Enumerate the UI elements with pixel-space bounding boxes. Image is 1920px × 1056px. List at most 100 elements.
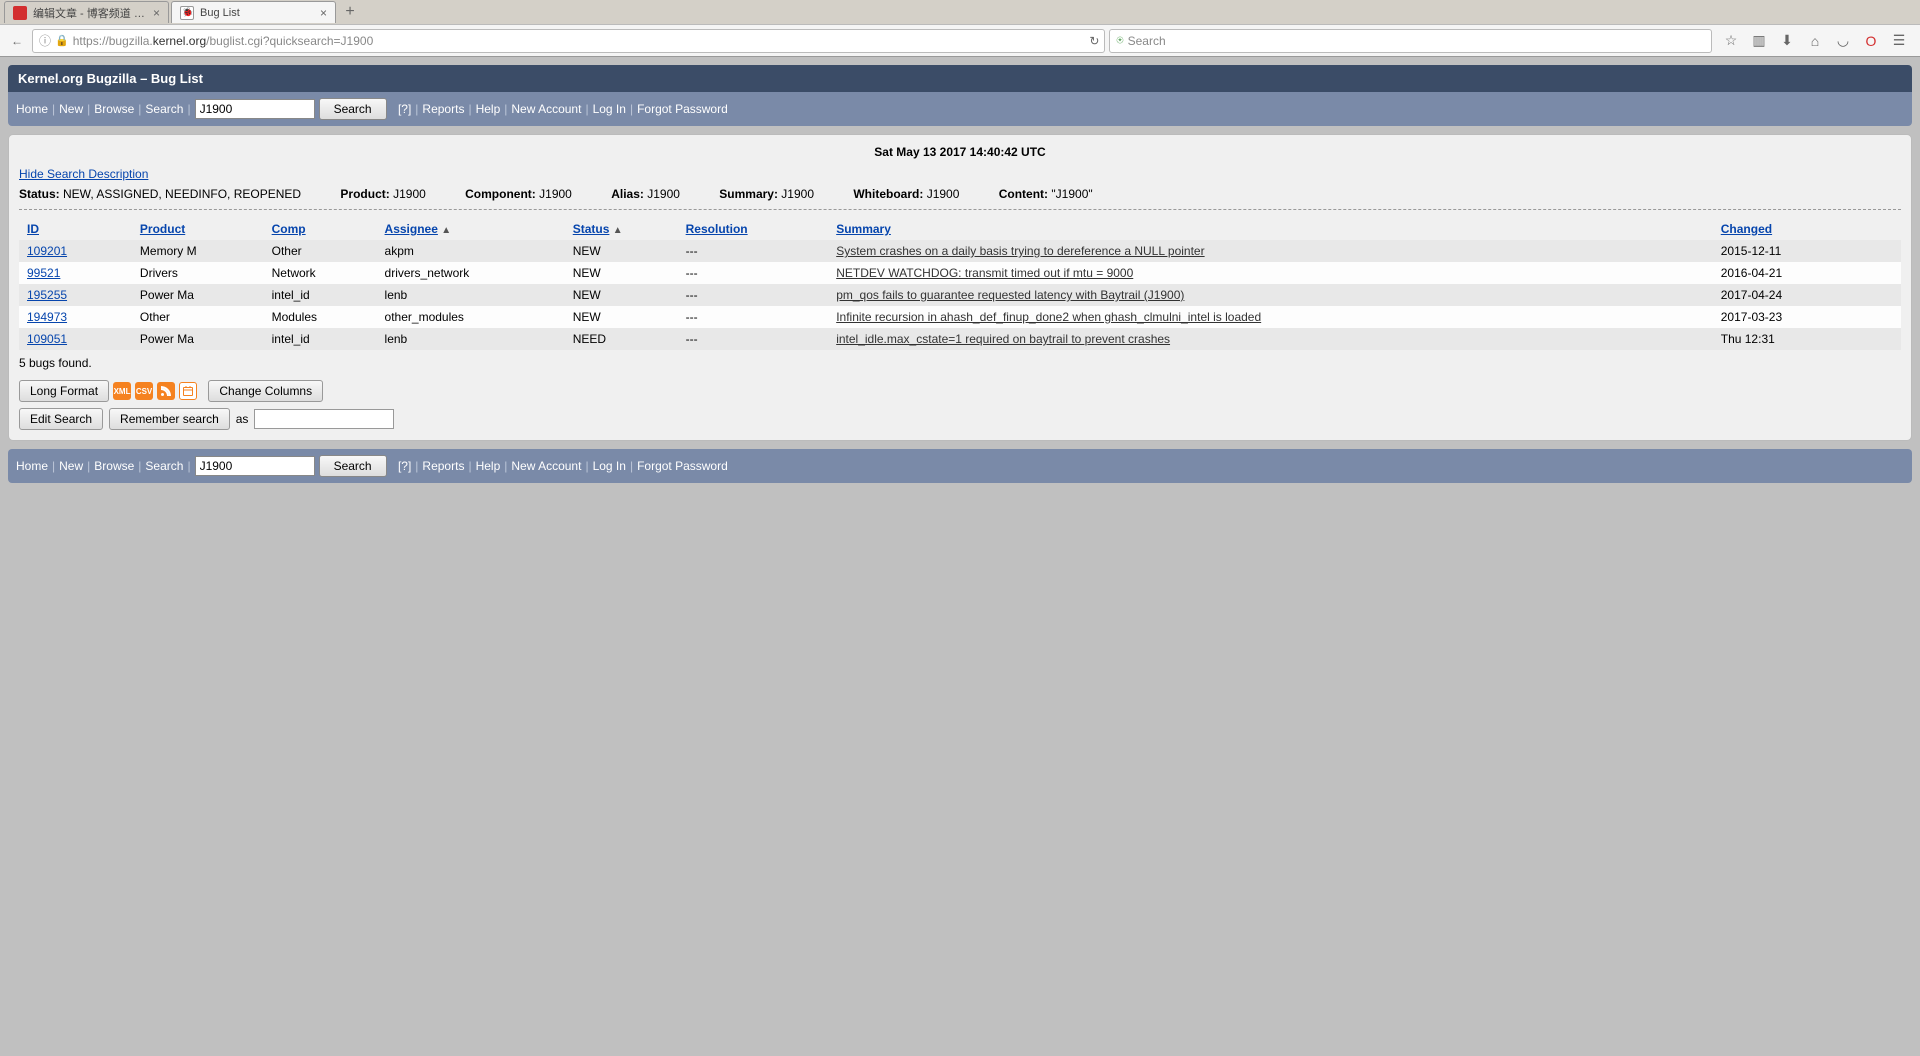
browser-chrome: 编辑文章 - 博客频道 - C × Bug List × + ← ⓘ 🔒 htt… bbox=[0, 0, 1920, 57]
close-icon[interactable]: × bbox=[153, 6, 160, 20]
favicon-icon bbox=[180, 6, 194, 20]
col-comp[interactable]: Comp bbox=[272, 222, 306, 236]
cell-changed: Thu 12:31 bbox=[1713, 328, 1901, 350]
bug-summary-link[interactable]: System crashes on a daily basis trying t… bbox=[836, 244, 1204, 258]
bug-id-link[interactable]: 109051 bbox=[27, 332, 67, 346]
col-changed[interactable]: Changed bbox=[1721, 222, 1772, 236]
nav-help-q[interactable]: [?] bbox=[398, 459, 411, 473]
cell-assignee: lenb bbox=[377, 328, 565, 350]
new-tab-button[interactable]: + bbox=[338, 2, 362, 22]
toolbar-icons: ☆ ▥ ⬇ ⌂ ◡ O ☰ bbox=[1716, 32, 1914, 50]
cell-status: NEW bbox=[565, 240, 678, 262]
search-button[interactable]: Search bbox=[319, 98, 387, 120]
back-button[interactable]: ← bbox=[6, 30, 28, 52]
cell-product: Power Ma bbox=[132, 328, 264, 350]
cell-changed: 2015-12-11 bbox=[1713, 240, 1901, 262]
bottom-navbar: Home| New| Browse| Search| Search [?]| R… bbox=[8, 449, 1912, 483]
nav-reports[interactable]: Reports bbox=[422, 102, 464, 116]
bug-id-link[interactable]: 109201 bbox=[27, 244, 67, 258]
favicon-icon bbox=[13, 6, 27, 20]
actions-row-1: Long Format XML CSV Change Columns bbox=[19, 380, 1901, 402]
cell-comp: intel_id bbox=[264, 328, 377, 350]
remember-search-name-input[interactable] bbox=[254, 409, 394, 429]
bug-summary-link[interactable]: Infinite recursion in ahash_def_finup_do… bbox=[836, 310, 1261, 324]
opera-icon[interactable]: O bbox=[1862, 32, 1880, 50]
nav-browse[interactable]: Browse bbox=[94, 459, 134, 473]
browser-search-input[interactable]: ⍟ Search bbox=[1109, 29, 1712, 53]
xml-icon[interactable]: XML bbox=[113, 382, 131, 400]
hide-search-description-link[interactable]: Hide Search Description bbox=[19, 167, 148, 181]
nav-forgot[interactable]: Forgot Password bbox=[637, 459, 728, 473]
rss-icon[interactable] bbox=[157, 382, 175, 400]
menu-icon[interactable]: ☰ bbox=[1890, 32, 1908, 50]
tab-bar: 编辑文章 - 博客频道 - C × Bug List × + bbox=[0, 0, 1920, 24]
edit-search-button[interactable]: Edit Search bbox=[19, 408, 103, 430]
long-format-button[interactable]: Long Format bbox=[19, 380, 109, 402]
cell-status: NEW bbox=[565, 284, 678, 306]
bug-id-link[interactable]: 99521 bbox=[27, 266, 60, 280]
lock-icon: 🔒 bbox=[55, 34, 69, 47]
bug-summary-link[interactable]: intel_idle.max_cstate=1 required on bayt… bbox=[836, 332, 1170, 346]
col-product[interactable]: Product bbox=[140, 222, 185, 236]
close-icon[interactable]: × bbox=[320, 6, 327, 20]
nav-help[interactable]: Help bbox=[476, 102, 501, 116]
cell-comp: intel_id bbox=[264, 284, 377, 306]
cell-status: NEW bbox=[565, 306, 678, 328]
quicksearch-input[interactable] bbox=[195, 99, 315, 119]
change-columns-button[interactable]: Change Columns bbox=[208, 380, 323, 402]
cell-product: Drivers bbox=[132, 262, 264, 284]
table-header-row: ID Product Comp Assignee ▲ Status ▲ Reso… bbox=[19, 218, 1901, 240]
page: Kernel.org Bugzilla – Bug List Home| New… bbox=[0, 57, 1920, 491]
pocket-icon[interactable]: ◡ bbox=[1834, 32, 1852, 50]
url-input[interactable]: ⓘ 🔒 https://bugzilla.kernel.org/buglist.… bbox=[32, 29, 1105, 53]
search-placeholder: Search bbox=[1128, 34, 1166, 48]
cell-product: Power Ma bbox=[132, 284, 264, 306]
sort-asc-icon: ▲ bbox=[441, 225, 451, 236]
search-description: Status: NEW, ASSIGNED, NEEDINFO, REOPENE… bbox=[19, 187, 1901, 210]
cell-assignee: drivers_network bbox=[377, 262, 565, 284]
col-assignee[interactable]: Assignee bbox=[385, 222, 438, 236]
csv-icon[interactable]: CSV bbox=[135, 382, 153, 400]
bug-summary-link[interactable]: pm_qos fails to guarantee requested late… bbox=[836, 288, 1184, 302]
nav-forgot[interactable]: Forgot Password bbox=[637, 102, 728, 116]
nav-home[interactable]: Home bbox=[16, 102, 48, 116]
nav-login[interactable]: Log In bbox=[593, 102, 626, 116]
remember-search-button[interactable]: Remember search bbox=[109, 408, 230, 430]
download-icon[interactable]: ⬇ bbox=[1778, 32, 1796, 50]
nav-login[interactable]: Log In bbox=[593, 459, 626, 473]
star-icon[interactable]: ☆ bbox=[1722, 32, 1740, 50]
home-icon[interactable]: ⌂ bbox=[1806, 32, 1824, 50]
reload-button[interactable]: ↻ bbox=[1083, 34, 1105, 48]
search-button[interactable]: Search bbox=[319, 455, 387, 477]
nav-new[interactable]: New bbox=[59, 459, 83, 473]
bug-summary-link[interactable]: NETDEV WATCHDOG: transmit timed out if m… bbox=[836, 266, 1133, 280]
bookmarks-icon[interactable]: ▥ bbox=[1750, 32, 1768, 50]
col-status[interactable]: Status bbox=[573, 222, 610, 236]
col-resolution[interactable]: Resolution bbox=[686, 222, 748, 236]
nav-browse[interactable]: Browse bbox=[94, 102, 134, 116]
browser-tab-1[interactable]: 编辑文章 - 博客频道 - C × bbox=[4, 1, 169, 23]
nav-new-account[interactable]: New Account bbox=[511, 102, 581, 116]
nav-home[interactable]: Home bbox=[16, 459, 48, 473]
cell-comp: Modules bbox=[264, 306, 377, 328]
nav-new-account[interactable]: New Account bbox=[511, 459, 581, 473]
browser-tab-2[interactable]: Bug List × bbox=[171, 1, 336, 23]
nav-search[interactable]: Search bbox=[145, 459, 183, 473]
quicksearch-input[interactable] bbox=[195, 456, 315, 476]
bug-id-link[interactable]: 194973 bbox=[27, 310, 67, 324]
bugs-found-text: 5 bugs found. bbox=[19, 356, 1901, 370]
col-summary[interactable]: Summary bbox=[836, 222, 891, 236]
calendar-icon[interactable] bbox=[179, 382, 197, 400]
nav-search[interactable]: Search bbox=[145, 102, 183, 116]
cell-assignee: lenb bbox=[377, 284, 565, 306]
nav-new[interactable]: New bbox=[59, 102, 83, 116]
nav-help-q[interactable]: [?] bbox=[398, 102, 411, 116]
info-icon: ⓘ bbox=[39, 32, 51, 49]
bug-id-link[interactable]: 195255 bbox=[27, 288, 67, 302]
nav-help[interactable]: Help bbox=[476, 459, 501, 473]
cell-assignee: akpm bbox=[377, 240, 565, 262]
cell-resolution: --- bbox=[678, 262, 829, 284]
url-text: https://bugzilla.kernel.org/buglist.cgi?… bbox=[73, 34, 374, 48]
col-id[interactable]: ID bbox=[27, 222, 39, 236]
nav-reports[interactable]: Reports bbox=[422, 459, 464, 473]
